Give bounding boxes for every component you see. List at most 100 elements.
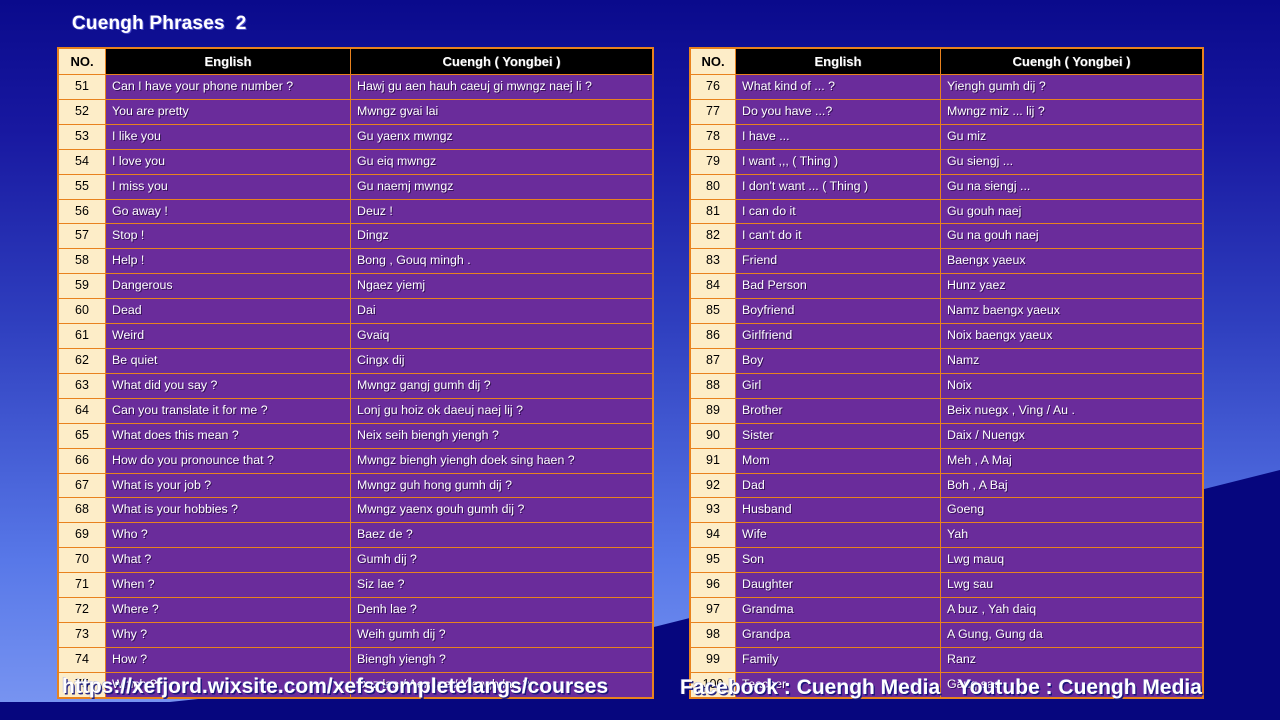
table-row: 81 I can do it Gu gouh naej [689,198,1204,225]
cell-english: Stop ! [105,223,351,250]
cell-english: Grandpa [735,621,941,648]
cell-english: Daughter [735,572,941,599]
cell-english: Girlfriend [735,323,941,349]
cell-no: 51 [57,74,106,100]
cell-cuengh: Dingz [350,223,654,250]
cell-cuengh: Namz baengx yaeux [940,298,1204,325]
table-row: 95 Son Lwg mauq [689,547,1204,574]
cell-english: How do you pronounce that ? [105,447,351,474]
cell-cuengh: Goeng [940,497,1204,524]
cell-english: Boyfriend [735,298,941,325]
cell-no: 82 [689,223,736,250]
table-row: 67 What is your job ? Mwngz guh hong gumh … [57,472,654,499]
cell-no: 71 [57,572,106,599]
cell-no: 70 [57,547,106,574]
cell-no: 84 [689,273,736,300]
cell-english: Girl [735,372,941,399]
cell-cuengh: Mwngz miz ... lij ? [940,98,1204,125]
cell-no: 53 [57,123,106,150]
cell-english: I want ,,, ( Thing ) [735,148,941,175]
cell-english: How ? [105,646,351,673]
cell-no: 99 [689,646,736,673]
cell-cuengh: Yah [940,522,1204,549]
cell-no: 67 [57,472,106,499]
cell-cuengh: Neix seih biengh yiengh ? [350,422,654,449]
cell-cuengh: Gu siengj ... [940,148,1204,175]
cell-cuengh: Baez de ? [350,522,654,549]
table-row: 83 Friend Baengx yaeux [689,248,1204,275]
table-left-body: 51 Can I have your phone number ? Hawj gu … [57,74,654,699]
table-row: 90 Sister Daix / Nuengx [689,422,1204,449]
cell-english: Can you translate it for me ? [105,397,351,424]
cell-no: 95 [689,547,736,574]
cell-no: 93 [689,497,736,524]
table-row: 74 How ? Biengh yiengh ? [57,646,654,673]
cell-english: Brother [735,397,941,424]
cell-cuengh: Hunz yaez [940,273,1204,300]
column-header-no: NO. [57,47,106,75]
cell-english: I love you [105,148,351,175]
cell-cuengh: Ngaez yiemj [350,273,654,300]
cell-english: Weird [105,323,351,349]
cell-no: 78 [689,123,736,150]
table-row: 66 How do you pronounce that ? Mwngz bieng… [57,447,654,474]
cell-english: I miss you [105,173,351,200]
table-row: 79 I want ,,, ( Thing ) Gu siengj ... [689,148,1204,175]
cell-cuengh: Beix nuegx , Ving / Au . [940,397,1204,424]
cell-cuengh: Noix [940,372,1204,399]
cell-cuengh: Gu eiq mwngz [350,148,654,175]
table-left-header: NO. English Cuengh ( Yongbei ) [57,47,654,75]
cell-cuengh: Boh , A Baj [940,472,1204,499]
table-row: 55 I miss you Gu naemj mwngz [57,173,654,200]
cell-no: 62 [57,347,106,374]
table-header-row: NO. English Cuengh ( Yongbei ) [689,47,1204,75]
cell-english: Friend [735,248,941,275]
cell-english: Son [735,547,941,574]
table-row: 51 Can I have your phone number ? Hawj gu … [57,74,654,100]
cell-english: I have ... [735,123,941,150]
cell-no: 52 [57,98,106,125]
cell-cuengh: Mwngz gvai lai [350,98,654,125]
cell-cuengh: Meh , A Maj [940,447,1204,474]
table-row: 72 Where ? Denh lae ? [57,597,654,623]
cell-no: 81 [689,198,736,225]
table-row: 65 What does this mean ? Neix seih biengh … [57,422,654,449]
cell-english: What kind of ... ? [735,74,941,100]
cell-no: 85 [689,298,736,325]
column-header-no: NO. [689,47,736,75]
cell-english: Be quiet [105,347,351,374]
cell-english: You are pretty [105,98,351,125]
cell-cuengh: Mwngz gangj gumh dij ? [350,372,654,399]
table-row: 78 I have ... Gu miz [689,123,1204,150]
cell-no: 72 [57,597,106,623]
cell-no: 90 [689,422,736,449]
cell-no: 59 [57,273,106,300]
cell-cuengh: Yiengh gumh dij ? [940,74,1204,100]
cell-no: 87 [689,347,736,374]
cell-cuengh: Hawj gu aen hauh caeuj gi mwngz naej li … [350,74,654,100]
table-row: 63 What did you say ? Mwngz gangj gumh dij… [57,372,654,399]
table-row: 84 Bad Person Hunz yaez [689,273,1204,300]
page-title: Cuengh Phrases 2 [72,13,247,34]
cell-cuengh: Lwg sau [940,572,1204,599]
table-row: 98 Grandpa A Gung, Gung da [689,621,1204,648]
cell-cuengh: Ranz [940,646,1204,673]
table-row: 53 I like you Gu yaenx mwngz [57,123,654,150]
cell-no: 73 [57,621,106,648]
cell-cuengh: Lwg mauq [940,547,1204,574]
table-row: 59 Dangerous Ngaez yiemj [57,273,654,300]
table-row: 73 Why ? Weih gumh dij ? [57,621,654,648]
table-row: 54 I love you Gu eiq mwngz [57,148,654,175]
table-row: 69 Who ? Baez de ? [57,522,654,549]
cell-no: 68 [57,497,106,524]
cell-english: Grandma [735,597,941,623]
footer-social-handles: Facebook : Cuengh Media Youtube : Cuengh… [680,676,1202,699]
cell-cuengh: Siz lae ? [350,572,654,599]
cell-english: Dead [105,298,351,325]
cell-no: 66 [57,447,106,474]
phrase-table-right: NO. English Cuengh ( Yongbei ) 76 What ki… [689,47,1204,699]
cell-no: 58 [57,248,106,275]
cell-english: Why ? [105,621,351,648]
cell-no: 56 [57,198,106,225]
cell-no: 96 [689,572,736,599]
